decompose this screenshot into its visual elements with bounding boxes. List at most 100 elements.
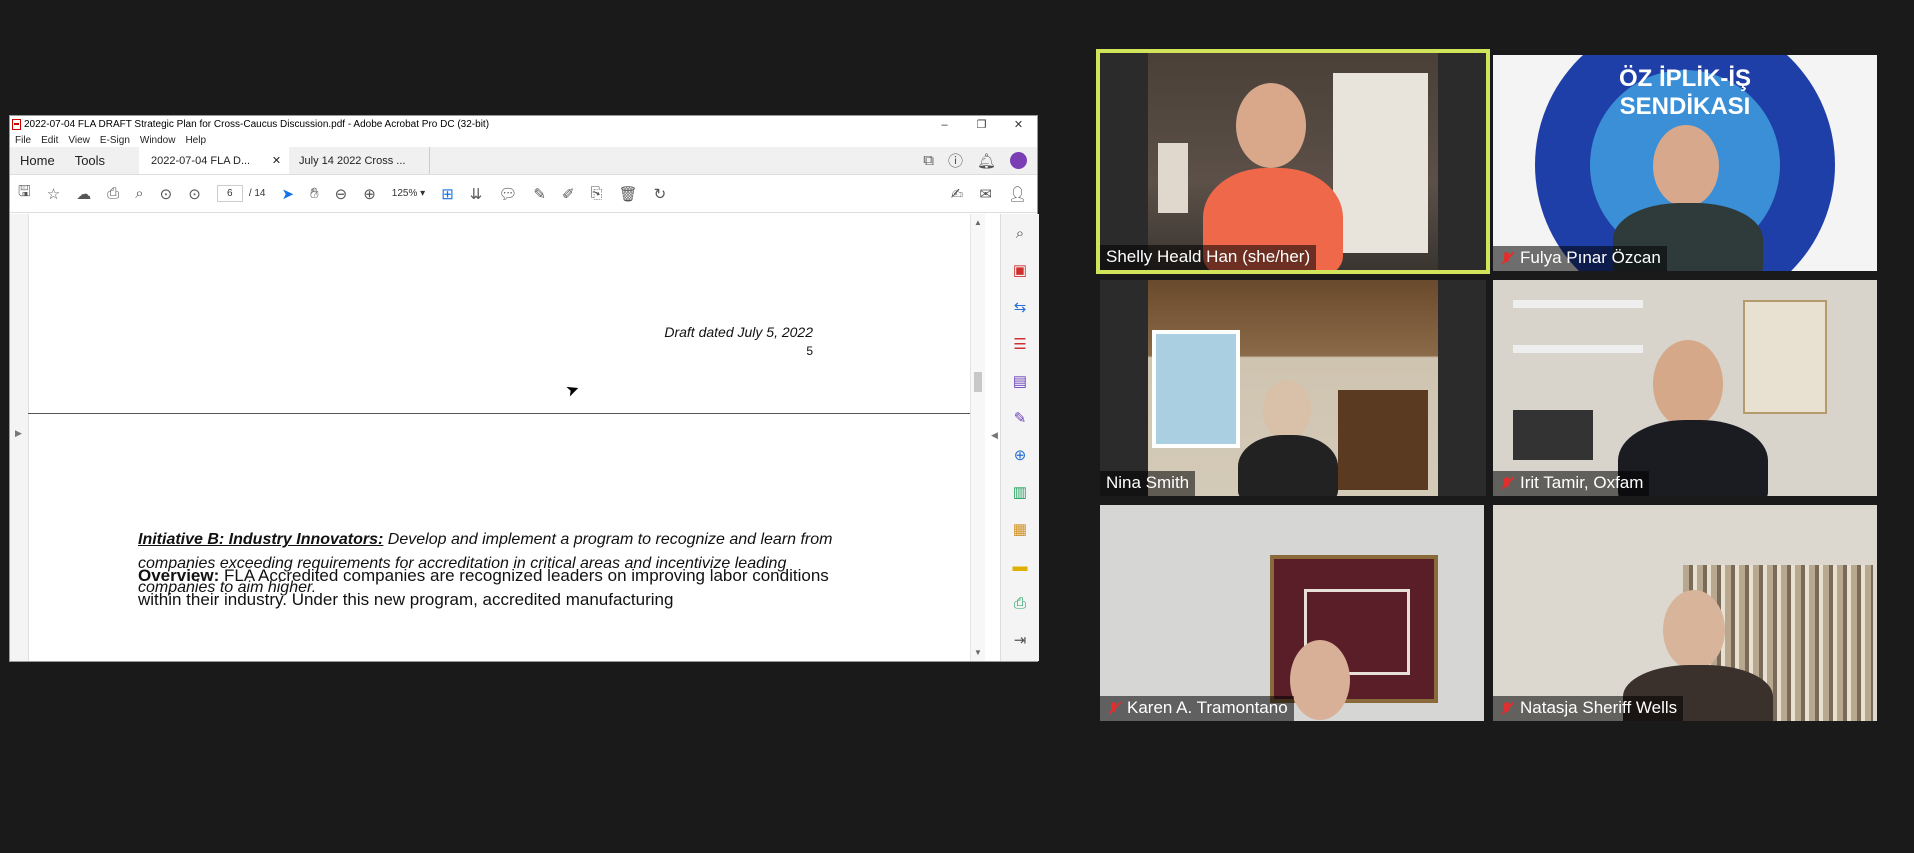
participant-name: Fulya Pınar Özcan [1520, 248, 1661, 267]
main-toolbar: 🖫︎ ☆ ☁ ⎙ ⌕ ⊙ ⊙ 6 / 14 ➤ ✋︎ ⊖ ⊕ 125% ▾ ⊞ … [10, 175, 1037, 213]
participant-name: Karen A. Tramontano [1127, 698, 1288, 717]
fill-sign-tool-icon[interactable]: ✎ [1014, 407, 1027, 431]
tab-document-1[interactable]: 2022-07-04 FLA D... ✕ [139, 147, 290, 174]
menu-edit[interactable]: Edit [41, 135, 58, 146]
person-head [1290, 640, 1350, 720]
left-navigation-rail: ▶ [10, 214, 29, 661]
zoom-tool-icon[interactable]: ⌕ [1016, 222, 1024, 246]
participant-tile-irit[interactable]: Irit Tamir, Oxfam [1493, 280, 1877, 496]
overview-text: FLA Accredited companies are recognized … [138, 566, 829, 609]
select-cursor-icon[interactable]: ➤ [282, 185, 295, 203]
participant-tile-shelly[interactable]: Shelly Heald Han (she/her) [1096, 49, 1490, 274]
save-icon[interactable]: 🖫︎ [18, 181, 31, 206]
wall-shelf [1513, 345, 1643, 353]
page-up-icon[interactable]: ⊙ [160, 185, 173, 203]
stamp-icon[interactable]: ⎘ [591, 185, 603, 202]
share-screen-icon[interactable]: ⧉ [923, 152, 934, 169]
scroll-up-icon[interactable]: ▲ [974, 218, 982, 227]
tab-tools[interactable]: Tools [65, 147, 115, 174]
menu-file[interactable]: File [15, 135, 31, 146]
participant-tile-fulya[interactable]: ÖZ İPLİK-İŞ SENDİKASI Fulya Pınar Özcan [1493, 55, 1877, 271]
restore-button[interactable]: ❐ [963, 118, 1000, 131]
zoom-in-icon[interactable]: ⊕ [363, 185, 376, 203]
comment-tool-icon[interactable]: ▬ [1013, 555, 1028, 579]
upload-cloud-icon[interactable]: ☁ [76, 185, 91, 203]
participant-name: Irit Tamir, Oxfam [1520, 473, 1644, 492]
protect-icon[interactable]: ▦ [1013, 518, 1027, 542]
total-pages: / 14 [248, 188, 266, 199]
person-head [1653, 125, 1719, 207]
tab-close-icon[interactable]: ✕ [272, 154, 281, 167]
title-bar: 2022-07-04 FLA DRAFT Strategic Plan for … [10, 116, 1037, 133]
hand-tool-icon[interactable]: ✋︎ [310, 185, 319, 202]
export-pdf-icon[interactable]: ⇆ [1014, 296, 1027, 320]
scroll-thumb[interactable] [974, 372, 982, 392]
menu-window[interactable]: Window [140, 135, 176, 146]
help-icon[interactable]: ⓘ [948, 150, 963, 171]
rotate-icon[interactable]: ↻ [654, 185, 667, 203]
email-icon[interactable]: ✉ [979, 185, 992, 203]
expand-left-panel-icon[interactable]: ▶ [15, 428, 22, 439]
participant-name-label: Irit Tamir, Oxfam [1493, 471, 1650, 496]
notification-bell-icon[interactable]: 🔔︎ [977, 152, 996, 170]
scroll-mode-icon[interactable]: ⇊ [470, 185, 483, 203]
wall-poster [1158, 143, 1188, 213]
scan-ocr-icon[interactable]: ⎙ [1014, 592, 1026, 616]
print-icon[interactable]: ⎙ [107, 185, 119, 202]
zoom-level-select[interactable]: 125% ▾ [392, 188, 425, 199]
zoom-level-value: 125% [391, 188, 418, 199]
user-avatar-icon[interactable] [1010, 152, 1027, 169]
document-view[interactable]: ▶ Draft dated July 5, 2022 5 Initiative … [10, 214, 985, 661]
page-navigator: 6 / 14 [216, 185, 266, 202]
bookmark-star-icon[interactable]: ☆ [47, 185, 60, 203]
logo-text: ÖZ İPLİK-İŞ SENDİKASI [1619, 65, 1751, 120]
page-number: 5 [806, 344, 813, 358]
minimize-button[interactable]: – [926, 119, 963, 131]
participant-name-label: Shelly Heald Han (she/her) [1100, 245, 1317, 270]
wall-shelf [1513, 300, 1643, 308]
bookshelf [1333, 73, 1428, 253]
tab-document-2[interactable]: July 14 2022 Cross ... [289, 147, 431, 174]
current-page-input[interactable]: 6 [216, 185, 243, 202]
page-down-icon[interactable]: ⊙ [188, 185, 201, 203]
draw-icon[interactable]: ✐ [562, 185, 575, 203]
request-signature-icon[interactable]: ⊕ [1014, 444, 1027, 468]
zoom-out-icon[interactable]: ⊖ [335, 185, 348, 203]
participant-name-label: Natasja Sheriff Wells [1493, 696, 1684, 721]
pdf-app-icon [12, 119, 21, 130]
participant-tile-natasja[interactable]: Natasja Sheriff Wells [1493, 505, 1877, 721]
delete-icon[interactable]: 🗑︎ [619, 185, 638, 203]
zoom-search-icon[interactable]: ⌕ [135, 185, 143, 202]
person-head [1263, 380, 1311, 440]
menu-esign[interactable]: E-Sign [100, 135, 130, 146]
page-separator [28, 413, 971, 414]
participant-tile-nina[interactable]: Nina Smith [1100, 280, 1486, 496]
share-user-icon[interactable]: 👤︎ [1008, 185, 1027, 203]
participant-tile-karen[interactable]: Karen A. Tramontano [1100, 505, 1484, 721]
edit-pdf-icon[interactable]: ▤ [1013, 370, 1027, 394]
scroll-down-icon[interactable]: ▼ [974, 648, 982, 657]
overview-heading: Overview: [138, 566, 220, 585]
tab-home[interactable]: Home [10, 147, 65, 174]
collapse-tools-icon[interactable]: ⇥ [1014, 629, 1027, 653]
organize-pages-icon[interactable]: ☰ [1013, 333, 1026, 357]
vertical-scrollbar[interactable]: ▲ ▼ [970, 214, 985, 661]
close-window-button[interactable]: ✕ [1000, 118, 1037, 131]
create-pdf-icon[interactable]: ▣ [1013, 259, 1027, 283]
menu-help[interactable]: Help [185, 135, 206, 146]
collapse-right-panel-icon[interactable]: ◀ [991, 430, 998, 441]
menu-view[interactable]: View [68, 135, 90, 146]
combine-files-icon[interactable]: ▥ [1013, 481, 1027, 505]
window [1152, 330, 1240, 448]
initiative-heading: Initiative B: Industry Innovators: [138, 531, 384, 548]
highlight-pen-icon[interactable]: ✎ [533, 185, 546, 203]
person-head [1236, 83, 1306, 168]
wall-art [1743, 300, 1827, 414]
participant-name-label: Karen A. Tramontano [1100, 696, 1294, 721]
page-fit-icon[interactable]: ⊞ [441, 185, 454, 203]
participant-name-label: Nina Smith [1100, 471, 1196, 496]
fill-sign-icon[interactable]: ✍︎ [951, 185, 964, 203]
tab-document-1-label: 2022-07-04 FLA D... [151, 154, 251, 167]
video-feed [1148, 53, 1438, 270]
comment-icon[interactable]: 💬︎ [498, 185, 517, 203]
